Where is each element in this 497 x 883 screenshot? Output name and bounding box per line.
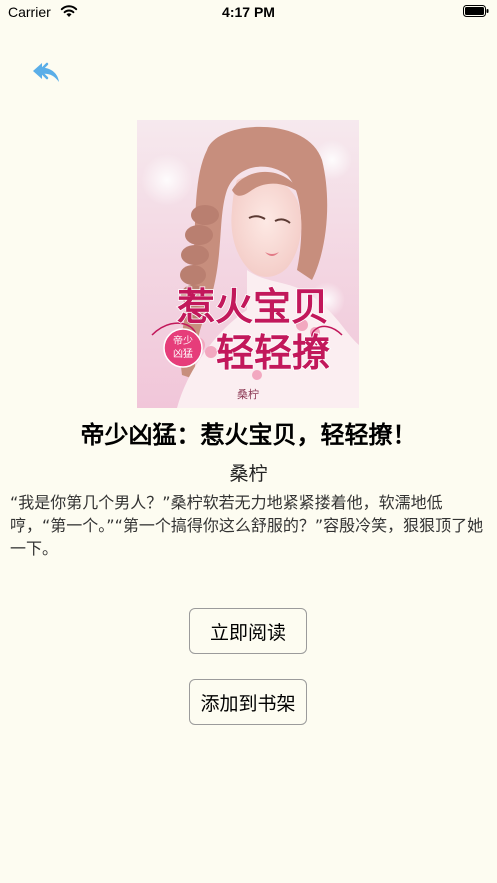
read-now-button[interactable]: 立即阅读: [189, 608, 307, 654]
cover-seal-text-bottom: 凶猛: [173, 348, 193, 360]
add-to-shelf-button[interactable]: 添加到书架: [189, 679, 307, 725]
status-bar: Carrier 4:17 PM: [0, 0, 497, 26]
battery-icon: [463, 5, 489, 17]
book-title: 帝少凶猛：惹火宝贝，轻轻撩！: [80, 421, 417, 449]
cover-seal: [163, 328, 203, 368]
cover-title-line2: 轻轻撩: [216, 330, 330, 375]
cover-title-line1: 惹火宝贝: [177, 284, 329, 329]
book-description: “我是你第几个男人？”桑柠软若无力地紧紧搂着他，软濡地低哼，“第一个。”“第一个…: [10, 493, 484, 558]
book-cover[interactable]: 惹火宝贝 轻轻撩 帝少 凶猛 桑柠: [137, 120, 359, 408]
cover-author: 桑柠: [237, 387, 259, 401]
book-cover-art: 惹火宝贝 轻轻撩 帝少 凶猛 桑柠: [137, 120, 359, 408]
cover-seal-text-top: 帝少: [173, 334, 193, 347]
book-author: 桑柠: [229, 463, 268, 485]
clock: 4:17 PM: [222, 4, 275, 20]
back-arrow-icon: [33, 62, 59, 82]
back-button[interactable]: [32, 60, 64, 86]
